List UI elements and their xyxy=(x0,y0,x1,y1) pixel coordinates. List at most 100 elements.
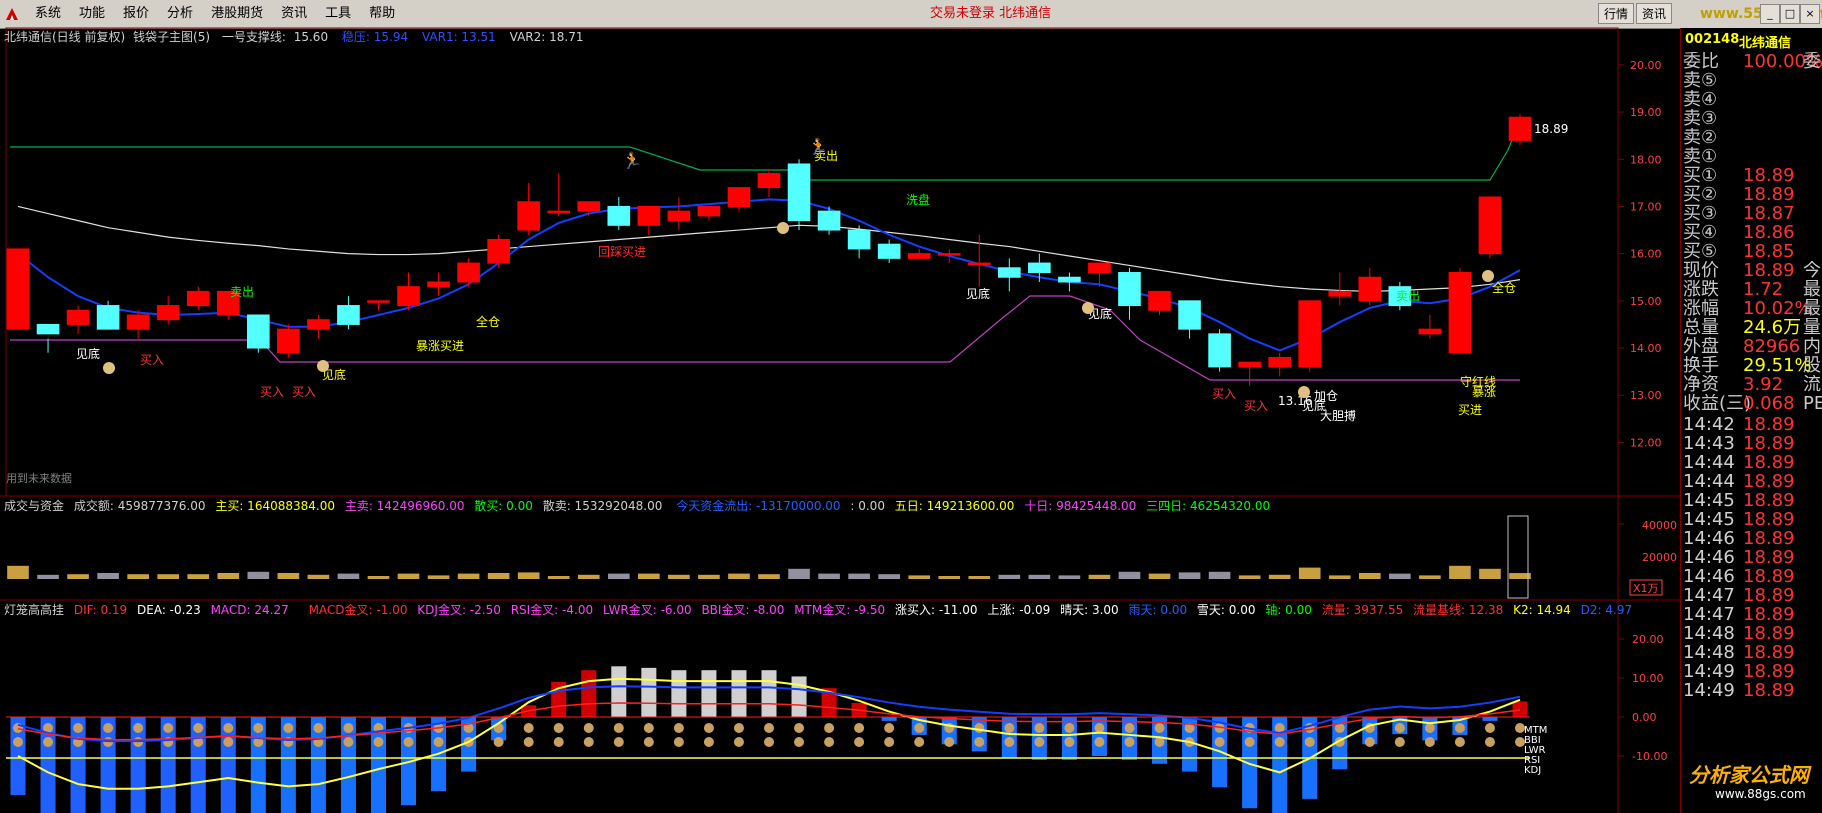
candle-body xyxy=(397,286,420,307)
candle-body xyxy=(757,172,781,189)
up-value: 上涨: -0.09 xyxy=(987,602,1050,617)
quote-row-value: 18.89 xyxy=(1743,185,1795,204)
quote-row-extra: 内 xyxy=(1803,337,1821,356)
minimize-button[interactable]: _ xyxy=(1760,4,1780,24)
quote-row-value: 24.6万 xyxy=(1743,318,1802,337)
lantern-icon xyxy=(1484,723,1495,733)
quote-row-label: 买① xyxy=(1683,166,1718,185)
macd-title: 灯笼高高挂 xyxy=(4,602,64,617)
ten-day: 十日: 98425448.00 xyxy=(1024,499,1136,513)
candle-body xyxy=(307,319,330,330)
lantern-icon xyxy=(1064,737,1075,747)
macd-bar xyxy=(581,670,597,717)
lantern-icon xyxy=(1154,723,1165,733)
main-sell: 主卖: 142496960.00 xyxy=(345,499,465,513)
candle-body xyxy=(998,267,1021,278)
macd-bar xyxy=(671,670,687,717)
tick-time: 14:46 xyxy=(1683,548,1735,567)
lantern-icon xyxy=(373,737,384,747)
macd-dif: DIF: 0.19 xyxy=(74,603,127,617)
lantern-icon xyxy=(1034,723,1045,733)
quote-row-extra: 最 xyxy=(1803,299,1821,318)
quote-row-label: 换手 xyxy=(1683,356,1719,375)
volume-bar xyxy=(878,574,900,579)
quote-row: 现价 18.89 今 xyxy=(1681,261,1822,280)
volume-bar xyxy=(7,565,29,579)
d2-value: D2: 4.97 xyxy=(1581,603,1632,617)
tick-time: 14:49 xyxy=(1683,662,1735,681)
tick-price: 18.89 xyxy=(1743,548,1795,567)
lantern-icon xyxy=(1394,737,1405,747)
lantern-icon xyxy=(133,723,144,733)
tick-row: 14:44 18.89 xyxy=(1681,472,1822,491)
tick-row: 14:46 18.89 xyxy=(1681,529,1822,548)
lantern-icon xyxy=(1094,723,1105,733)
signal-full-position: 全仓 xyxy=(476,314,500,329)
macd-right-labels: MTM BBI LWR RSI KDJ xyxy=(1524,725,1547,776)
tick-time: 14:46 xyxy=(1683,567,1735,586)
quote-row: 收益(三) 0.068 PE xyxy=(1681,394,1822,413)
macd-dea: DEA: -0.23 xyxy=(137,603,201,617)
lantern-icon xyxy=(673,723,684,733)
lantern-icon xyxy=(914,737,925,747)
quote-row-label: 涨跌 xyxy=(1683,280,1719,299)
volume-bar xyxy=(1118,571,1141,579)
lwr-cross: LWR金叉: -6.00 xyxy=(603,602,692,617)
stock-code-bar: 002148 北纬通信 xyxy=(1681,30,1822,51)
bbi-cross: BBI金叉: -8.00 xyxy=(701,602,784,617)
volume-bar xyxy=(1028,574,1051,579)
tick-time: 14:48 xyxy=(1683,643,1735,662)
volume-bar xyxy=(67,574,89,579)
volume-bar xyxy=(367,576,390,579)
quote-row: 涨跌 1.72 最 xyxy=(1681,280,1822,299)
lantern-icon xyxy=(1124,737,1135,747)
flow-value: 流量: 3937.55 xyxy=(1322,603,1403,617)
candle-body xyxy=(637,205,661,226)
lantern-icon xyxy=(974,737,985,747)
lantern-icon xyxy=(1364,737,1375,747)
quote-row-value: 1.72 xyxy=(1743,280,1784,299)
tick-row: 14:43 18.89 xyxy=(1681,434,1822,453)
macd-bar xyxy=(731,670,747,717)
lantern-icon xyxy=(583,737,594,747)
mtm-cross: MTM金叉: -9.50 xyxy=(794,602,885,617)
macd-tick-label: 0.00 xyxy=(1632,711,1657,724)
volume-bar xyxy=(938,576,961,579)
lantern-icon xyxy=(733,723,744,733)
lantern-icon xyxy=(884,723,895,733)
tick-row: 14:47 18.89 xyxy=(1681,586,1822,605)
tick-row: 14:49 18.89 xyxy=(1681,662,1822,681)
quote-row-label: 收益(三) xyxy=(1683,394,1752,413)
lantern-icon xyxy=(1214,737,1225,747)
footer-logo: 分析家公式网 www.88gs.com xyxy=(1681,753,1822,813)
volume-bar xyxy=(1358,573,1381,579)
volume-unit: X1万 xyxy=(1633,582,1659,595)
lantern-icon xyxy=(733,737,744,747)
money-bag-icon xyxy=(1298,386,1310,398)
lantern-icon xyxy=(13,737,23,747)
macd-bar xyxy=(881,717,897,721)
tick-time: 14:42 xyxy=(1683,415,1735,434)
signal-surge: 暴涨 xyxy=(1472,384,1496,399)
candle-body xyxy=(1088,262,1111,274)
volume-bar xyxy=(247,571,270,579)
lantern-icon xyxy=(703,737,714,747)
retail-buy: 散买: 0.00 xyxy=(474,498,533,513)
price-tick-label: 20.00 xyxy=(1630,59,1662,72)
macd-cross: MACD金叉: -1.00 xyxy=(309,602,408,617)
tick-time: 14:45 xyxy=(1683,510,1735,529)
close-button[interactable]: × xyxy=(1800,4,1820,24)
volume-bar xyxy=(788,568,810,579)
lantern-icon xyxy=(854,737,865,747)
tick-price: 18.89 xyxy=(1743,453,1795,472)
candle-body xyxy=(547,210,571,214)
lantern-icon xyxy=(824,737,835,747)
candle-body xyxy=(967,262,991,266)
maximize-button[interactable]: □ xyxy=(1780,4,1800,24)
price-tick-label: 12.00 xyxy=(1630,436,1662,449)
volume-bar xyxy=(157,574,180,579)
quote-row: 换手 29.51% 股 xyxy=(1681,356,1822,375)
tick-time: 14:46 xyxy=(1683,529,1735,548)
axis-value: 轴: 0.00 xyxy=(1265,602,1312,617)
quote-row-label: 总量 xyxy=(1683,318,1719,337)
